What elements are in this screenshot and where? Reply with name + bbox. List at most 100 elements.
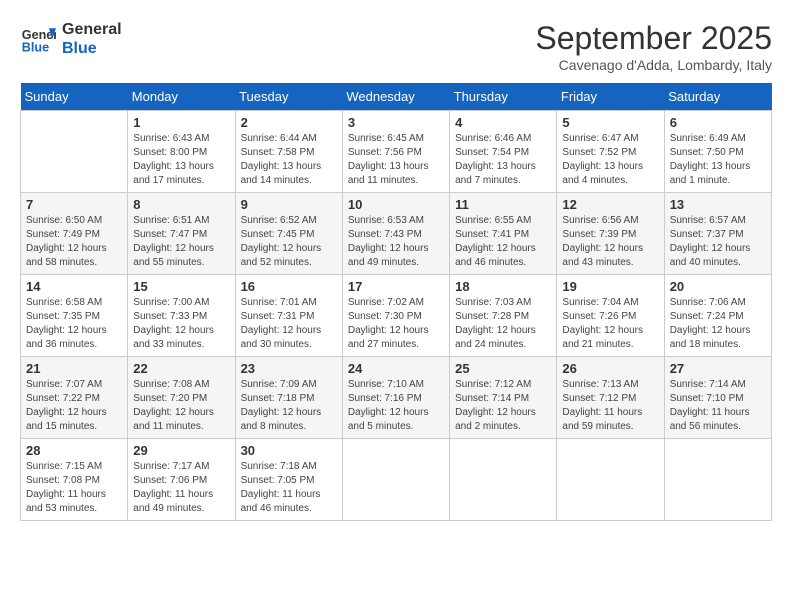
- day-number: 23: [241, 361, 337, 376]
- calendar-cell: [342, 439, 449, 521]
- logo-text-general: General: [62, 20, 122, 39]
- day-info: Sunrise: 7:06 AMSunset: 7:24 PMDaylight:…: [670, 296, 766, 352]
- day-info: Sunrise: 7:00 AMSunset: 7:33 PMDaylight:…: [133, 296, 229, 352]
- day-number: 17: [348, 279, 444, 294]
- calendar-cell: 20 Sunrise: 7:06 AMSunset: 7:24 PMDayligh…: [664, 275, 771, 357]
- calendar-cell: 10 Sunrise: 6:53 AMSunset: 7:43 PMDayligh…: [342, 193, 449, 275]
- day-number: 10: [348, 197, 444, 212]
- day-info: Sunrise: 7:17 AMSunset: 7:06 PMDaylight:…: [133, 460, 229, 516]
- calendar-cell: [21, 111, 128, 193]
- day-info: Sunrise: 7:07 AMSunset: 7:22 PMDaylight:…: [26, 378, 122, 434]
- calendar-cell: 29 Sunrise: 7:17 AMSunset: 7:06 PMDayligh…: [128, 439, 235, 521]
- calendar-cell: 4 Sunrise: 6:46 AMSunset: 7:54 PMDaylight…: [450, 111, 557, 193]
- calendar-cell: 13Sunrise: 6:57 AMSunset: 7:37 PMDayligh…: [664, 193, 771, 275]
- calendar-cell: 15 Sunrise: 7:00 AMSunset: 7:33 PMDayligh…: [128, 275, 235, 357]
- calendar-cell: 9 Sunrise: 6:52 AMSunset: 7:45 PMDaylight…: [235, 193, 342, 275]
- day-number: 1: [133, 115, 229, 130]
- day-info: Sunrise: 6:49 AMSunset: 7:50 PMDaylight:…: [670, 132, 766, 188]
- calendar-cell: 7 Sunrise: 6:50 AMSunset: 7:49 PMDaylight…: [21, 193, 128, 275]
- calendar-cell: 3 Sunrise: 6:45 AMSunset: 7:56 PMDaylight…: [342, 111, 449, 193]
- day-info: Sunrise: 7:12 AMSunset: 7:14 PMDaylight:…: [455, 378, 551, 434]
- calendar-title: September 2025: [535, 20, 772, 57]
- calendar-cell: 27Sunrise: 7:14 AMSunset: 7:10 PMDayligh…: [664, 357, 771, 439]
- day-info: Sunrise: 6:56 AMSunset: 7:39 PMDaylight:…: [562, 214, 658, 270]
- weekday-header-wednesday: Wednesday: [342, 83, 449, 111]
- day-info: Sunrise: 7:15 AMSunset: 7:08 PMDaylight:…: [26, 460, 122, 516]
- calendar-cell: [450, 439, 557, 521]
- day-number: 20: [670, 279, 766, 294]
- day-info: Sunrise: 7:10 AMSunset: 7:16 PMDaylight:…: [348, 378, 444, 434]
- calendar-cell: 19 Sunrise: 7:04 AMSunset: 7:26 PMDayligh…: [557, 275, 664, 357]
- calendar-cell: 18Sunrise: 7:03 AMSunset: 7:28 PMDayligh…: [450, 275, 557, 357]
- calendar-cell: 28 Sunrise: 7:15 AMSunset: 7:08 PMDayligh…: [21, 439, 128, 521]
- day-info: Sunrise: 6:58 AMSunset: 7:35 PMDaylight:…: [26, 296, 122, 352]
- day-number: 9: [241, 197, 337, 212]
- calendar-cell: 1 Sunrise: 6:43 AMSunset: 8:00 PMDaylight…: [128, 111, 235, 193]
- day-info: Sunrise: 6:50 AMSunset: 7:49 PMDaylight:…: [26, 214, 122, 270]
- day-info: Sunrise: 7:13 AMSunset: 7:12 PMDaylight:…: [562, 378, 658, 434]
- day-number: 27: [670, 361, 766, 376]
- calendar-cell: 12 Sunrise: 6:56 AMSunset: 7:39 PMDayligh…: [557, 193, 664, 275]
- logo: General Blue General Blue: [20, 20, 122, 58]
- day-info: Sunrise: 6:45 AMSunset: 7:56 PMDaylight:…: [348, 132, 444, 188]
- week-row-2: 7 Sunrise: 6:50 AMSunset: 7:49 PMDaylight…: [21, 193, 772, 275]
- day-info: Sunrise: 6:53 AMSunset: 7:43 PMDaylight:…: [348, 214, 444, 270]
- day-info: Sunrise: 6:55 AMSunset: 7:41 PMDaylight:…: [455, 214, 551, 270]
- title-block: September 2025 Cavenago d'Adda, Lombardy…: [535, 20, 772, 73]
- calendar-cell: 22Sunrise: 7:08 AMSunset: 7:20 PMDayligh…: [128, 357, 235, 439]
- day-info: Sunrise: 6:52 AMSunset: 7:45 PMDaylight:…: [241, 214, 337, 270]
- day-number: 29: [133, 443, 229, 458]
- day-number: 16: [241, 279, 337, 294]
- day-info: Sunrise: 7:18 AMSunset: 7:05 PMDaylight:…: [241, 460, 337, 516]
- day-info: Sunrise: 6:43 AMSunset: 8:00 PMDaylight:…: [133, 132, 229, 188]
- week-row-5: 28 Sunrise: 7:15 AMSunset: 7:08 PMDayligh…: [21, 439, 772, 521]
- day-info: Sunrise: 6:57 AMSunset: 7:37 PMDaylight:…: [670, 214, 766, 270]
- day-info: Sunrise: 6:47 AMSunset: 7:52 PMDaylight:…: [562, 132, 658, 188]
- day-number: 22: [133, 361, 229, 376]
- calendar-cell: 17Sunrise: 7:02 AMSunset: 7:30 PMDayligh…: [342, 275, 449, 357]
- calendar-cell: [557, 439, 664, 521]
- day-number: 15: [133, 279, 229, 294]
- week-row-1: 1 Sunrise: 6:43 AMSunset: 8:00 PMDaylight…: [21, 111, 772, 193]
- day-number: 12: [562, 197, 658, 212]
- calendar-cell: 23 Sunrise: 7:09 AMSunset: 7:18 PMDayligh…: [235, 357, 342, 439]
- day-info: Sunrise: 7:01 AMSunset: 7:31 PMDaylight:…: [241, 296, 337, 352]
- week-row-4: 21Sunrise: 7:07 AMSunset: 7:22 PMDayligh…: [21, 357, 772, 439]
- day-number: 2: [241, 115, 337, 130]
- page-header: General Blue General Blue September 2025…: [20, 20, 772, 73]
- day-number: 8: [133, 197, 229, 212]
- week-row-3: 14 Sunrise: 6:58 AMSunset: 7:35 PMDayligh…: [21, 275, 772, 357]
- day-info: Sunrise: 7:04 AMSunset: 7:26 PMDaylight:…: [562, 296, 658, 352]
- calendar-cell: 5 Sunrise: 6:47 AMSunset: 7:52 PMDaylight…: [557, 111, 664, 193]
- day-info: Sunrise: 6:51 AMSunset: 7:47 PMDaylight:…: [133, 214, 229, 270]
- day-number: 19: [562, 279, 658, 294]
- weekday-header-row: SundayMondayTuesdayWednesdayThursdayFrid…: [21, 83, 772, 111]
- day-number: 4: [455, 115, 551, 130]
- calendar-cell: 25 Sunrise: 7:12 AMSunset: 7:14 PMDayligh…: [450, 357, 557, 439]
- weekday-header-friday: Friday: [557, 83, 664, 111]
- day-number: 7: [26, 197, 122, 212]
- calendar-subtitle: Cavenago d'Adda, Lombardy, Italy: [535, 57, 772, 73]
- day-number: 28: [26, 443, 122, 458]
- day-info: Sunrise: 7:09 AMSunset: 7:18 PMDaylight:…: [241, 378, 337, 434]
- calendar-table: SundayMondayTuesdayWednesdayThursdayFrid…: [20, 83, 772, 521]
- logo-text-blue: Blue: [62, 39, 122, 58]
- day-info: Sunrise: 6:46 AMSunset: 7:54 PMDaylight:…: [455, 132, 551, 188]
- calendar-cell: 30 Sunrise: 7:18 AMSunset: 7:05 PMDayligh…: [235, 439, 342, 521]
- weekday-header-saturday: Saturday: [664, 83, 771, 111]
- day-number: 14: [26, 279, 122, 294]
- day-number: 3: [348, 115, 444, 130]
- day-number: 18: [455, 279, 551, 294]
- calendar-cell: 24Sunrise: 7:10 AMSunset: 7:16 PMDayligh…: [342, 357, 449, 439]
- calendar-cell: 21Sunrise: 7:07 AMSunset: 7:22 PMDayligh…: [21, 357, 128, 439]
- day-info: Sunrise: 6:44 AMSunset: 7:58 PMDaylight:…: [241, 132, 337, 188]
- logo-icon: General Blue: [20, 21, 56, 57]
- day-number: 30: [241, 443, 337, 458]
- calendar-cell: 11Sunrise: 6:55 AMSunset: 7:41 PMDayligh…: [450, 193, 557, 275]
- calendar-cell: 6Sunrise: 6:49 AMSunset: 7:50 PMDaylight…: [664, 111, 771, 193]
- day-number: 5: [562, 115, 658, 130]
- day-number: 25: [455, 361, 551, 376]
- weekday-header-sunday: Sunday: [21, 83, 128, 111]
- calendar-cell: 8 Sunrise: 6:51 AMSunset: 7:47 PMDaylight…: [128, 193, 235, 275]
- day-number: 26: [562, 361, 658, 376]
